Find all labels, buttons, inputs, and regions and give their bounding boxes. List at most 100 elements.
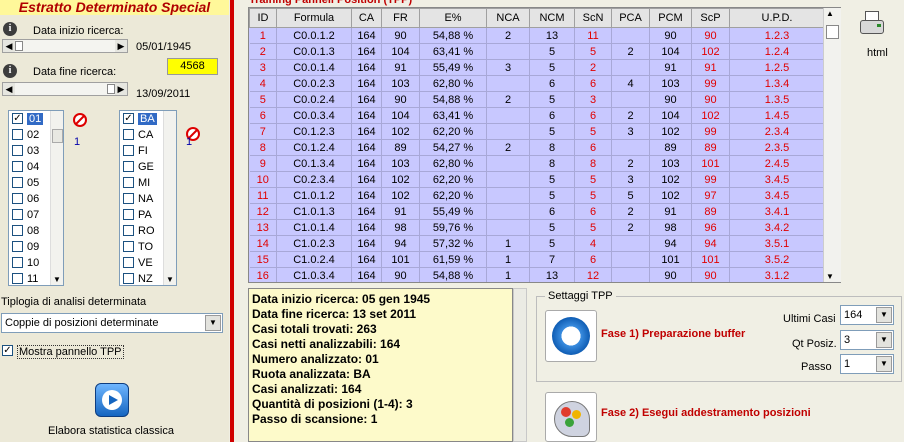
slider-thumb[interactable] [15,41,23,51]
wheel-checkbox[interactable] [123,273,134,284]
number-checkbox[interactable]: ✓ [12,113,23,124]
run-button[interactable] [95,383,129,417]
wheel-checkbox[interactable] [123,225,134,236]
results-grid[interactable]: ID Formula CA FR E% NCA NCM ScN PCA PCM ScP U.P.D. … [248,7,841,283]
chevron-down-icon[interactable]: ▼ [876,307,892,323]
grid-scrollbar[interactable]: ▲ ▼ [823,8,841,282]
table-row[interactable]: 3 C0.0.1.4 164 91 55,49 % 3 5 2 91 91 1.2.5 [249,59,825,76]
chevron-down-icon[interactable]: ▼ [205,315,221,331]
table-row[interactable]: 1 C0.0.1.2 164 90 54,88 % 2 13 11 90 90 1.2.3 [249,27,825,44]
table-row[interactable]: 13 C1.0.1.4 164 98 59,76 % 5 5 2 98 96 3.4.2 [249,219,825,236]
wheel-checkbox[interactable] [123,161,134,172]
ultimi-casi-select[interactable]: 164 ▼ [840,305,894,325]
wheel-checkbox[interactable] [123,177,134,188]
table-cell: 90 [691,91,730,108]
info-icon[interactable]: i [3,64,17,78]
number-checkbox[interactable] [12,209,23,220]
column-header[interactable]: E% [419,8,487,28]
end-date-slider[interactable]: ◀ ▶ [2,82,128,96]
scroll-right-icon[interactable]: ▶ [115,83,127,95]
column-header[interactable]: NCM [529,8,575,28]
table-row[interactable]: 16 C1.0.3.4 164 90 54,88 % 1 13 12 90 90 3.1.2 [249,267,825,282]
table-row[interactable]: 2 C0.0.1.3 164 104 63,41 % 5 5 2 104 102 1.2.4 [249,43,825,60]
table-cell: 5 [574,123,612,140]
number-checkbox[interactable] [12,177,23,188]
table-row[interactable]: 4 C0.0.2.3 164 103 62,80 % 6 6 4 103 99 1.3.4 [249,75,825,92]
scroll-thumb[interactable] [52,129,63,143]
column-header[interactable]: ScP [691,8,730,28]
table-row[interactable]: 15 C1.0.2.4 164 101 61,59 % 1 7 6 101 101 3.5.2 [249,251,825,268]
start-date-slider[interactable]: ◀ ▶ [2,39,128,53]
panel-divider[interactable] [230,0,234,442]
wheel-checkbox[interactable]: ✓ [123,113,134,124]
table-row[interactable]: 9 C0.1.3.4 164 103 62,80 % 8 8 2 103 101 2.4.5 [249,155,825,172]
wheels-scrollbar[interactable]: ▼ [163,111,176,285]
number-checkbox[interactable] [12,241,23,252]
chevron-down-icon[interactable]: ▼ [166,275,174,284]
column-header[interactable]: U.P.D. [729,8,825,28]
column-header[interactable]: FR [381,8,420,28]
table-row[interactable]: 6 C0.0.3.4 164 104 63,41 % 6 6 2 104 102 1.4.5 [249,107,825,124]
info-icon[interactable]: i [3,22,17,36]
wheel-checkbox[interactable] [123,257,134,268]
summary-scrollbar[interactable] [513,288,527,442]
column-header[interactable]: NCA [486,8,530,28]
html-export-label[interactable]: html [867,47,888,59]
wheel-checkbox[interactable] [123,145,134,156]
chevron-down-icon[interactable]: ▼ [876,356,892,372]
scroll-left-icon[interactable]: ◀ [3,83,15,95]
table-cell: 164 [351,267,382,282]
slider-thumb[interactable] [107,84,115,94]
scroll-right-icon[interactable]: ▶ [115,40,127,52]
clear-numbers-icon[interactable] [73,113,87,127]
column-header[interactable]: PCM [649,8,692,28]
table-cell: 90 [649,91,692,108]
chevron-down-icon[interactable]: ▼ [876,332,892,348]
number-checkbox[interactable] [12,257,23,268]
number-checkbox[interactable] [12,225,23,236]
column-header[interactable]: CA [351,8,382,28]
table-cell: 3.4.1 [729,203,825,220]
train-positions-button[interactable] [545,392,597,442]
numbers-list[interactable]: ✓ 01 02 03 04 05 06 07 08 09 10 11 ▼ [8,110,64,286]
printer-button[interactable] [857,8,887,38]
show-panel-checkbox[interactable]: ✓ [2,345,13,356]
number-checkbox[interactable] [12,161,23,172]
column-header[interactable]: ID [249,8,277,28]
analysis-type-select[interactable]: Coppie di posizioni determinate ▼ [1,313,223,333]
number-checkbox[interactable] [12,273,23,284]
column-header[interactable]: PCA [611,8,650,28]
number-checkbox[interactable] [12,193,23,204]
scroll-thumb[interactable] [826,25,839,39]
scroll-left-icon[interactable]: ◀ [3,40,15,52]
table-row[interactable]: 8 C0.1.2.4 164 89 54,27 % 2 8 6 89 89 2.3.5 [249,139,825,156]
table-row[interactable]: 5 C0.0.2.4 164 90 54,88 % 2 5 3 90 90 1.3.5 [249,91,825,108]
wheels-list[interactable]: ✓ BA CA FI GE MI NA PA RO TO VE NZ ▼ [119,110,177,286]
chevron-down-icon[interactable]: ▼ [53,275,61,284]
table-row[interactable]: 10 C0.2.3.4 164 102 62,20 % 5 5 3 102 99 3.4.5 [249,171,825,188]
brain-gears-icon [554,401,590,437]
prepare-buffer-button[interactable] [545,310,597,362]
wheel-checkbox[interactable] [123,129,134,140]
table-row[interactable]: 14 C1.0.2.3 164 94 57,32 % 1 5 4 94 94 3.5.1 [249,235,825,252]
table-row[interactable]: 7 C0.1.2.3 164 102 62,20 % 5 5 3 102 99 2.3.4 [249,123,825,140]
table-cell: 104 [381,107,420,124]
wheel-checkbox[interactable] [123,241,134,252]
table-cell: 164 [351,187,382,204]
passo-select[interactable]: 1 ▼ [840,354,894,374]
column-header[interactable]: Formula [276,8,352,28]
number-item-label: 07 [27,209,40,221]
column-header[interactable]: ScN [574,8,612,28]
table-row[interactable]: 12 C1.0.1.3 164 91 55,49 % 6 6 2 91 89 3.4.1 [249,203,825,220]
wheel-checkbox[interactable] [123,209,134,220]
numbers-scrollbar[interactable]: ▼ [50,111,63,285]
chevron-up-icon[interactable]: ▲ [826,9,834,18]
table-row[interactable]: 11 C1.0.1.2 164 102 62,20 % 5 5 5 102 97 3.4.5 [249,187,825,204]
qt-posiz-select[interactable]: 3 ▼ [840,330,894,350]
number-checkbox[interactable] [12,145,23,156]
table-cell: 6 [249,107,277,124]
wheel-checkbox[interactable] [123,193,134,204]
chevron-down-icon[interactable]: ▼ [826,272,834,281]
wheel-item-label: FI [138,145,148,157]
number-checkbox[interactable] [12,129,23,140]
